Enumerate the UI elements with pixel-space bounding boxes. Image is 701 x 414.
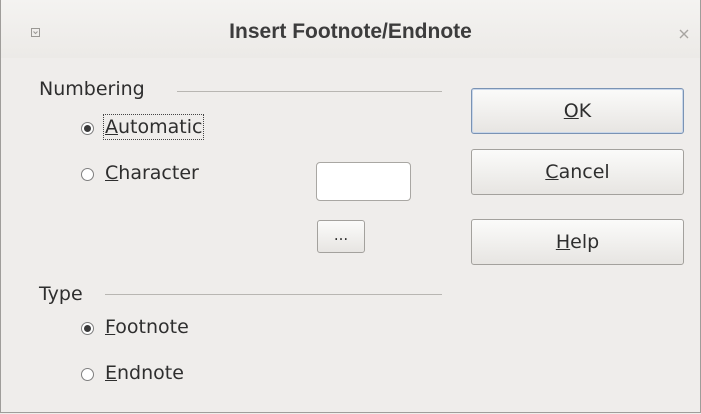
radio-endnote-label[interactable]: Endnote	[105, 362, 184, 384]
cancel-button[interactable]: Cancel	[471, 149, 684, 195]
help-button[interactable]: Help	[471, 219, 684, 265]
numbering-group-label: Numbering	[39, 78, 145, 100]
radio-footnote-indicator[interactable]	[81, 322, 94, 335]
radio-endnote-indicator[interactable]	[81, 368, 94, 381]
insert-footnote-dialog: Insert Footnote/Endnote Numbering Automa…	[0, 0, 701, 413]
close-icon[interactable]	[677, 26, 691, 40]
radio-character-indicator[interactable]	[81, 168, 94, 181]
radio-character-label[interactable]: Character	[105, 162, 199, 184]
browse-character-button[interactable]: ...	[317, 220, 365, 253]
radio-footnote-label[interactable]: Footnote	[105, 316, 189, 338]
radio-automatic-indicator[interactable]	[81, 122, 94, 135]
character-input[interactable]	[316, 162, 411, 201]
dialog-title: Insert Footnote/Endnote	[229, 20, 472, 43]
type-group-label: Type	[39, 283, 83, 305]
title-bar: Insert Footnote/Endnote	[1, 0, 700, 58]
numbering-separator	[177, 91, 442, 92]
ok-button[interactable]: OK	[471, 88, 684, 134]
type-separator	[105, 294, 442, 295]
radio-automatic-label[interactable]: Automatic	[102, 114, 205, 140]
